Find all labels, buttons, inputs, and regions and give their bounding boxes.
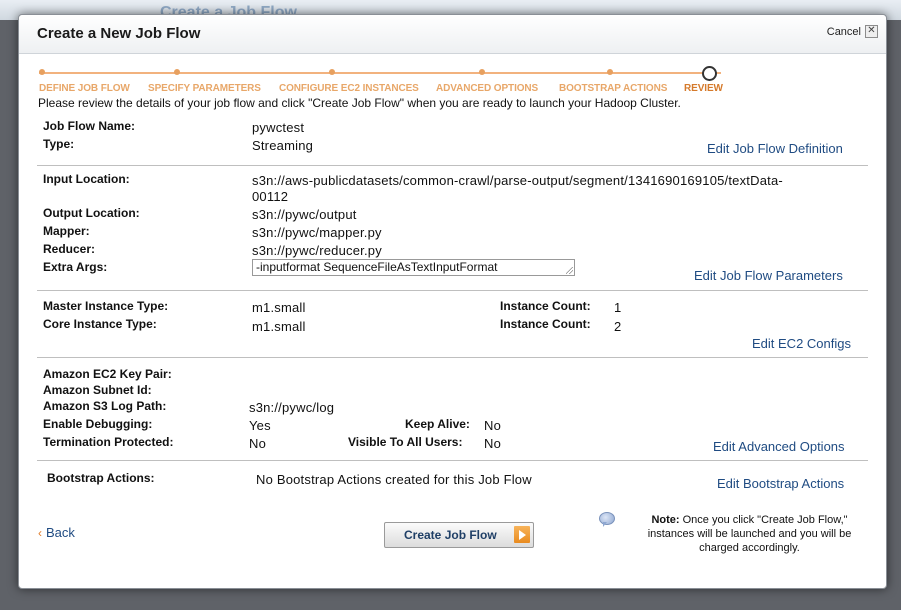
progress-dot-ec2 <box>329 69 335 75</box>
cancel-button[interactable]: Cancel ✕ <box>827 25 878 38</box>
extra-args-textarea[interactable]: -inputformat SequenceFileAsTextInputForm… <box>252 259 575 276</box>
reducer-label: Reducer: <box>43 242 96 256</box>
visible-to-all-users-value: No <box>484 436 502 451</box>
dialog-title: Create a New Job Flow <box>37 25 201 42</box>
edit-ec2-configs-link[interactable]: Edit EC2 Configs <box>752 336 851 351</box>
progress-dot-bootstrap <box>607 69 613 75</box>
core-instance-type-value: m1.small <box>252 319 306 334</box>
s3-log-path-label: Amazon S3 Log Path: <box>43 399 167 413</box>
section-divider <box>37 357 868 358</box>
keep-alive-label: Keep Alive: <box>405 417 470 431</box>
master-instance-count-label: Instance Count: <box>500 299 591 313</box>
close-icon[interactable]: ✕ <box>865 25 878 38</box>
progress-line <box>39 72 721 74</box>
extra-args-label: Extra Args: <box>43 260 108 274</box>
step-advanced-options: ADVANCED OPTIONS <box>436 83 539 94</box>
reducer-value: s3n://pywc/reducer.py <box>252 243 382 258</box>
create-job-flow-dialog: Create a New Job Flow Cancel ✕ DEFINE JO… <box>18 14 887 589</box>
progress-dot-advanced <box>479 69 485 75</box>
charge-note: Note: Once you click "Create Job Flow," … <box>627 513 872 555</box>
step-configure-ec2: CONFIGURE EC2 INSTANCES <box>279 83 419 94</box>
termination-protected-value: No <box>249 436 267 451</box>
job-flow-name-label: Job Flow Name: <box>43 119 136 133</box>
edit-job-flow-definition-link[interactable]: Edit Job Flow Definition <box>707 141 843 156</box>
extra-args-value: -inputformat SequenceFileAsTextInputForm… <box>256 260 498 274</box>
core-instance-type-label: Core Instance Type: <box>43 317 157 331</box>
input-location-label: Input Location: <box>43 172 130 186</box>
bootstrap-actions-label: Bootstrap Actions: <box>47 471 155 485</box>
arrow-right-icon <box>514 526 530 543</box>
type-label: Type: <box>43 137 75 151</box>
visible-to-all-users-label: Visible To All Users: <box>348 435 463 449</box>
progress-dot-parameters <box>174 69 180 75</box>
mapper-value: s3n://pywc/mapper.py <box>252 225 382 240</box>
back-label: Back <box>46 525 75 540</box>
speech-bubble-icon <box>599 512 615 527</box>
back-link[interactable]: ‹ Back <box>38 525 75 540</box>
resize-grip-icon[interactable] <box>566 267 573 274</box>
dialog-titlebar: Create a New Job Flow Cancel ✕ <box>19 15 886 54</box>
review-instructions: Please review the details of your job fl… <box>38 96 681 110</box>
step-specify-parameters: SPECIFY PARAMETERS <box>148 83 261 94</box>
edit-advanced-options-link[interactable]: Edit Advanced Options <box>713 439 845 454</box>
chevron-left-icon: ‹ <box>38 526 42 540</box>
enable-debugging-value: Yes <box>249 418 271 433</box>
job-flow-name-value: pywctest <box>252 120 305 135</box>
section-divider <box>37 165 868 166</box>
note-bold: Note: <box>651 514 680 526</box>
mapper-label: Mapper: <box>43 224 90 238</box>
bootstrap-actions-value: No Bootstrap Actions created for this Jo… <box>256 472 532 487</box>
termination-protected-label: Termination Protected: <box>43 435 174 449</box>
output-location-value: s3n://pywc/output <box>252 207 357 222</box>
s3-log-path-value: s3n://pywc/log <box>249 400 335 415</box>
output-location-label: Output Location: <box>43 206 140 220</box>
master-instance-count-value: 1 <box>614 300 622 315</box>
cancel-label: Cancel <box>826 25 861 38</box>
section-divider <box>37 460 868 461</box>
step-define-job-flow: DEFINE JOB FLOW <box>39 83 130 94</box>
edit-bootstrap-actions-link[interactable]: Edit Bootstrap Actions <box>717 476 844 491</box>
create-job-flow-label: Create Job Flow <box>404 528 497 542</box>
master-instance-type-label: Master Instance Type: <box>43 299 169 313</box>
progress-dot-define <box>39 69 45 75</box>
section-divider <box>37 290 868 291</box>
step-review: REVIEW <box>684 83 723 94</box>
step-bootstrap-actions: BOOTSTRAP ACTIONS <box>559 83 668 94</box>
input-location-value-line2: 00112 <box>252 189 289 204</box>
type-value: Streaming <box>252 138 314 153</box>
master-instance-type-value: m1.small <box>252 300 306 315</box>
input-location-value-line1: s3n://aws-publicdatasets/common-crawl/pa… <box>252 173 783 188</box>
core-instance-count-label: Instance Count: <box>500 317 591 331</box>
ec2-key-pair-label: Amazon EC2 Key Pair: <box>43 367 172 381</box>
create-job-flow-button[interactable]: Create Job Flow <box>384 522 534 548</box>
edit-job-flow-parameters-link[interactable]: Edit Job Flow Parameters <box>694 268 843 283</box>
progress-dot-review <box>702 66 717 81</box>
subnet-id-label: Amazon Subnet Id: <box>43 383 152 397</box>
enable-debugging-label: Enable Debugging: <box>43 417 153 431</box>
keep-alive-value: No <box>484 418 502 433</box>
core-instance-count-value: 2 <box>614 319 622 334</box>
